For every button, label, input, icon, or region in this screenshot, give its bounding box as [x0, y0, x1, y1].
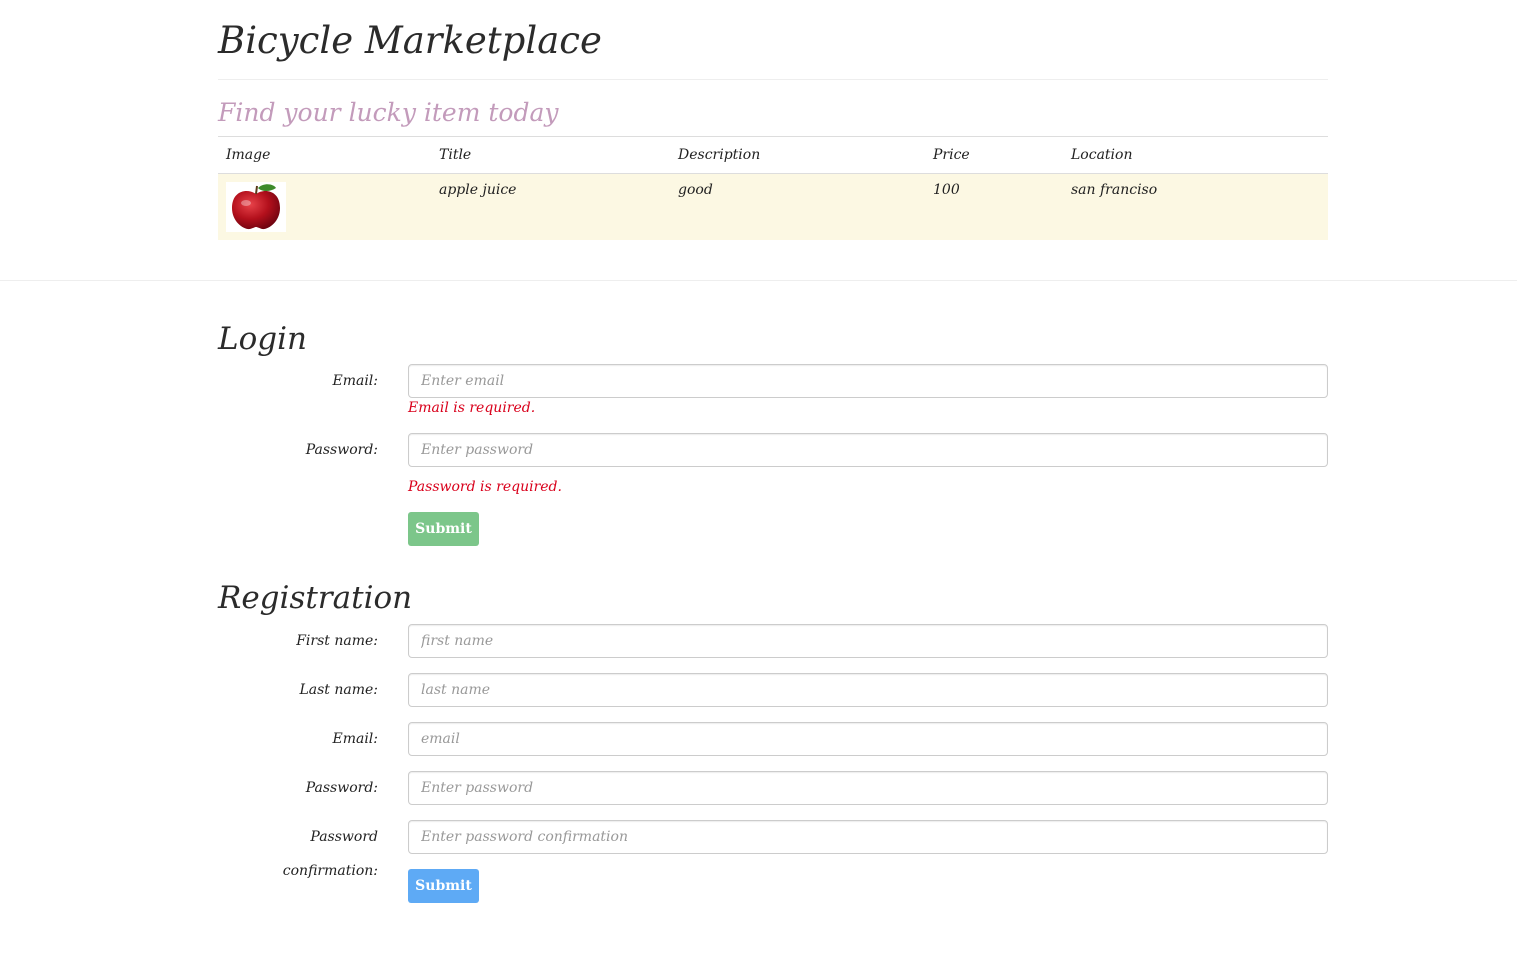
listing-description: good — [670, 173, 925, 240]
registration-email-input[interactable] — [408, 722, 1328, 756]
site-title: Bicycle Marketplace — [218, 19, 602, 62]
tagline: Find your lucky item today — [218, 98, 559, 127]
login-title: Login — [218, 321, 307, 357]
listings-table: Image Title Description Price Location a… — [218, 136, 1328, 240]
apple-image — [226, 182, 286, 232]
first-name-input[interactable] — [408, 624, 1328, 658]
listing-image-cell — [218, 173, 431, 240]
login-password-error: Password is required. — [408, 479, 562, 495]
login-password-label: Password: — [305, 442, 378, 458]
registration-email-label: Email: — [332, 731, 378, 747]
registration-submit-button[interactable]: Submit — [408, 869, 479, 903]
first-name-label: First name: — [296, 633, 378, 649]
last-name-input[interactable] — [408, 673, 1328, 707]
login-email-label: Email: — [332, 373, 378, 389]
listing-title: apple juice — [431, 173, 670, 240]
column-header-image: Image — [218, 136, 431, 174]
table-header-row: Image Title Description Price Location — [218, 136, 1328, 174]
column-header-price: Price — [925, 136, 1063, 174]
login-email-error: Email is required. — [408, 400, 536, 416]
login-email-input[interactable] — [408, 364, 1328, 398]
listing-location: san franciso — [1063, 173, 1328, 240]
header-divider — [218, 79, 1328, 80]
registration-password-input[interactable] — [408, 771, 1328, 805]
listing-price: 100 — [925, 173, 1063, 240]
password-confirmation-input[interactable] — [408, 820, 1328, 854]
section-divider — [0, 280, 1517, 281]
column-header-title: Title — [431, 136, 670, 174]
last-name-label: Last name: — [299, 682, 378, 698]
password-confirmation-label: Password confirmation: — [282, 829, 378, 879]
column-header-location: Location — [1063, 136, 1328, 174]
table-row[interactable]: apple juice good 100 san franciso — [218, 173, 1328, 240]
registration-password-label: Password: — [305, 780, 378, 796]
registration-title: Registration — [218, 580, 413, 616]
login-submit-button[interactable]: Submit — [408, 512, 479, 546]
login-password-input[interactable] — [408, 433, 1328, 467]
column-header-description: Description — [670, 136, 925, 174]
